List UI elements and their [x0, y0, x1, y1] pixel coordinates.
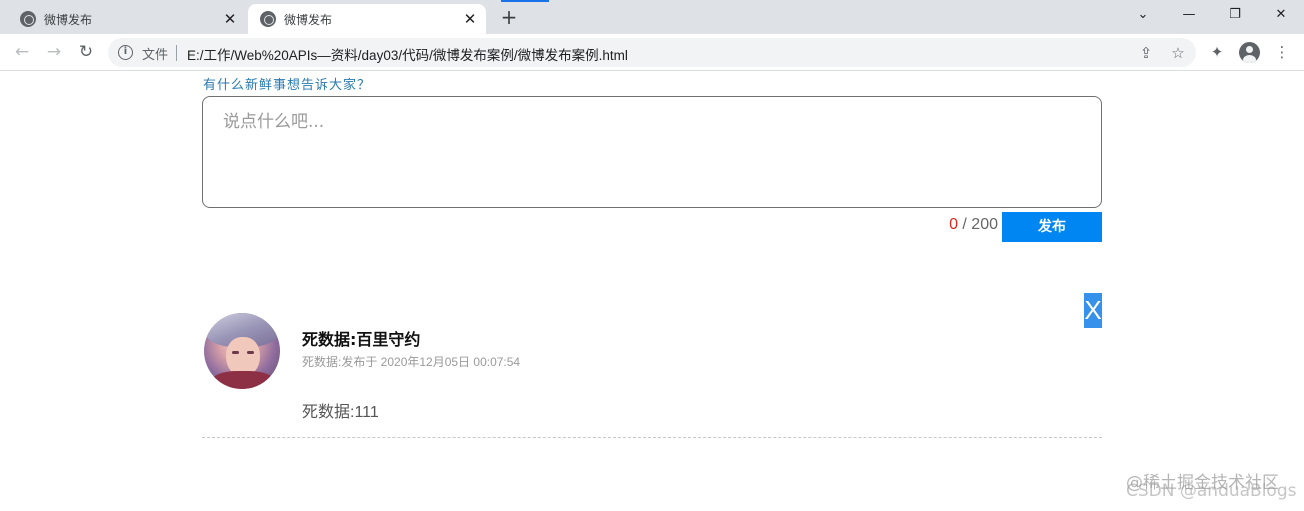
globe-icon — [20, 11, 36, 27]
tab-accent-line — [501, 0, 549, 2]
reload-icon[interactable]: ↻ — [72, 38, 100, 66]
address-separator — [176, 45, 177, 61]
forward-arrow-icon[interactable]: → — [40, 38, 68, 66]
avatar-eye — [232, 351, 239, 354]
menu-kebab-icon[interactable]: ⋮ — [1270, 40, 1294, 64]
browser-tab-bar: 微博发布 ✕ 微博发布 ✕ + ⌄ — ❐ ✕ — [0, 0, 1304, 34]
delete-post-button[interactable]: X — [1084, 293, 1102, 328]
post-author: 死数据:百里守约 — [302, 330, 421, 349]
post-timestamp: 死数据:发布于 2020年12月05日 00:07:54 — [302, 355, 521, 369]
char-count-max: / 200 — [957, 216, 998, 233]
char-count-current: 0 — [949, 216, 958, 233]
watermark: @稀土掘金技术社区 CSDN @anduaBlogs — [1126, 474, 1296, 500]
profile-avatar-icon[interactable] — [1239, 42, 1260, 63]
tab-search-dropdown-icon[interactable]: ⌄ — [1120, 0, 1166, 30]
avatar-eye — [247, 351, 254, 354]
globe-icon — [260, 11, 276, 27]
bookmark-star-icon[interactable]: ☆ — [1167, 42, 1189, 64]
restore-button[interactable]: ❐ — [1212, 0, 1258, 30]
composer-prompt: 有什么新鲜事想告诉大家？ — [203, 78, 372, 93]
post-divider — [202, 437, 1102, 438]
url-text[interactable]: E:/工作/Web%20APIs—资料/day03/代码/微博发布案例/微博发布… — [187, 44, 628, 64]
browser-tab-2[interactable]: 微博发布 ✕ — [248, 4, 486, 34]
back-arrow-icon[interactable]: ← — [8, 38, 36, 66]
extensions-icon[interactable]: ✦ — [1205, 40, 1229, 64]
post-textarea[interactable] — [202, 96, 1102, 208]
publish-button[interactable]: 发布 — [1002, 212, 1102, 242]
minimize-button[interactable]: — — [1166, 0, 1212, 30]
window-close-button[interactable]: ✕ — [1258, 0, 1304, 30]
avatar — [204, 313, 280, 389]
tab-title: 微博发布 — [44, 12, 93, 27]
watermark-line-2: CSDN @anduaBlogs — [1126, 481, 1297, 501]
avatar-cloth — [212, 371, 274, 389]
address-bar[interactable]: i 文件 E:/工作/Web%20APIs—资料/day03/代码/微博发布案例… — [108, 38, 1196, 67]
tab-close-icon[interactable]: ✕ — [460, 9, 480, 29]
scheme-label: 文件 — [142, 48, 169, 63]
post-content: 死数据:111 — [302, 404, 379, 421]
char-counter: 0 / 200 — [930, 216, 998, 234]
tab-title: 微博发布 — [284, 12, 333, 27]
tab-close-icon[interactable]: ✕ — [220, 9, 240, 29]
share-icon[interactable]: ⇪ — [1135, 42, 1157, 64]
info-icon[interactable]: i — [118, 45, 133, 60]
browser-tab-1[interactable]: 微博发布 ✕ — [8, 4, 246, 34]
browser-toolbar: ← → ↻ i 文件 E:/工作/Web%20APIs—资料/day03/代码/… — [0, 34, 1304, 71]
new-tab-button[interactable]: + — [497, 6, 521, 30]
